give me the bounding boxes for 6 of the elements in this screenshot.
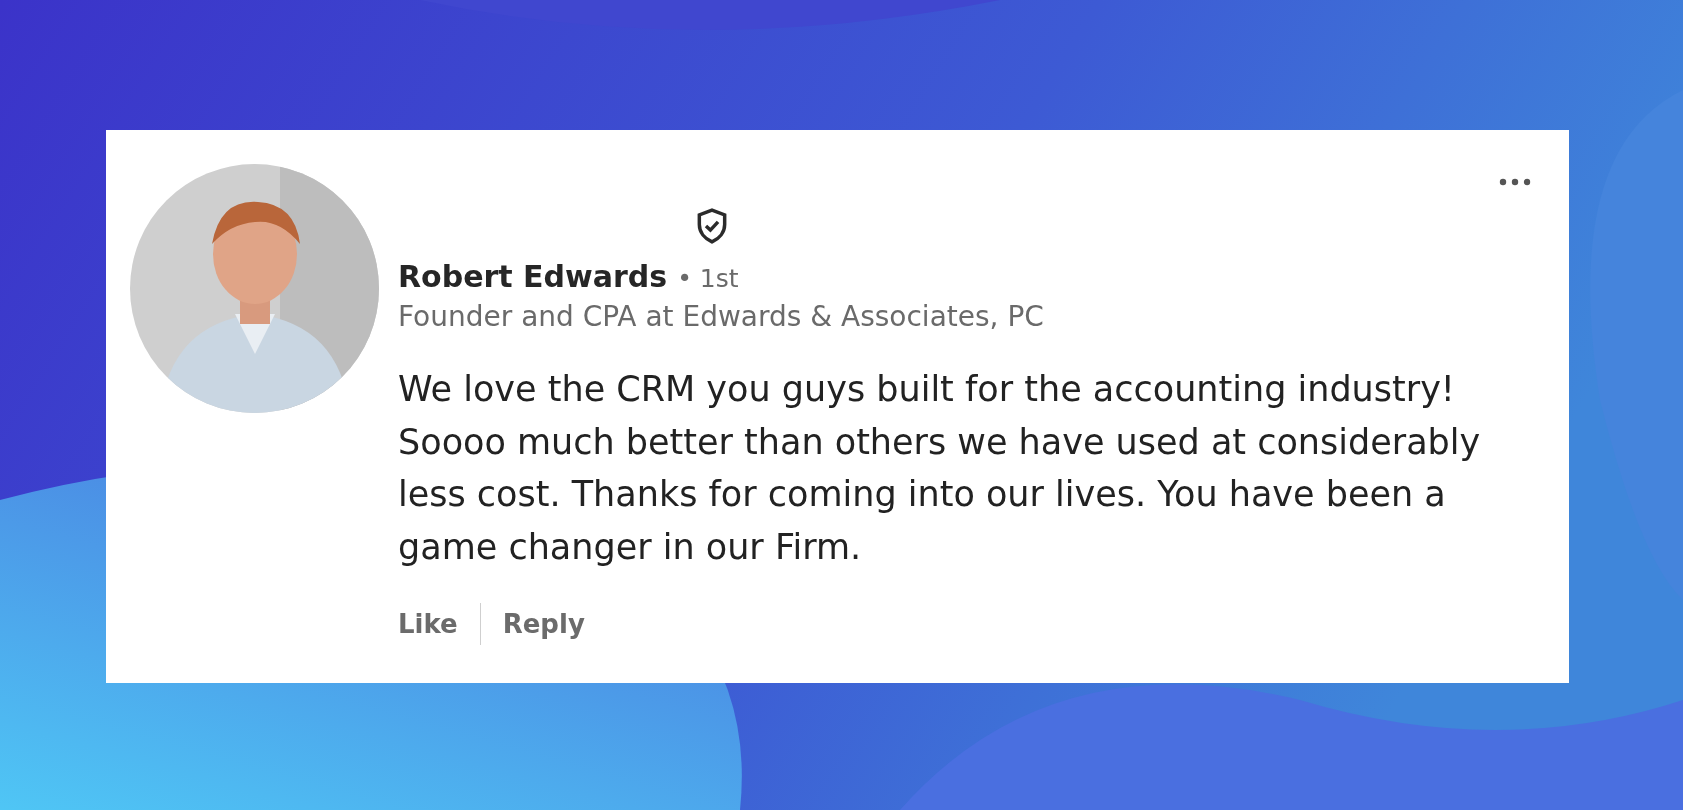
connection-degree: • 1st bbox=[677, 264, 739, 293]
comment-text: We love the CRM you guys built for the accounting industry! Soooo much better than others we have used at considerably less cost. Thanks for coming into our lives. You have been a game changer in our Firm. bbox=[398, 368, 1482, 569]
reply-button[interactable]: Reply bbox=[502, 605, 585, 643]
author-headline: Founder and CPA at Edwards & Associates, PC bbox=[398, 300, 1045, 333]
like-button[interactable]: Like bbox=[398, 605, 458, 643]
author-name[interactable]: Robert Edwards bbox=[398, 259, 668, 294]
